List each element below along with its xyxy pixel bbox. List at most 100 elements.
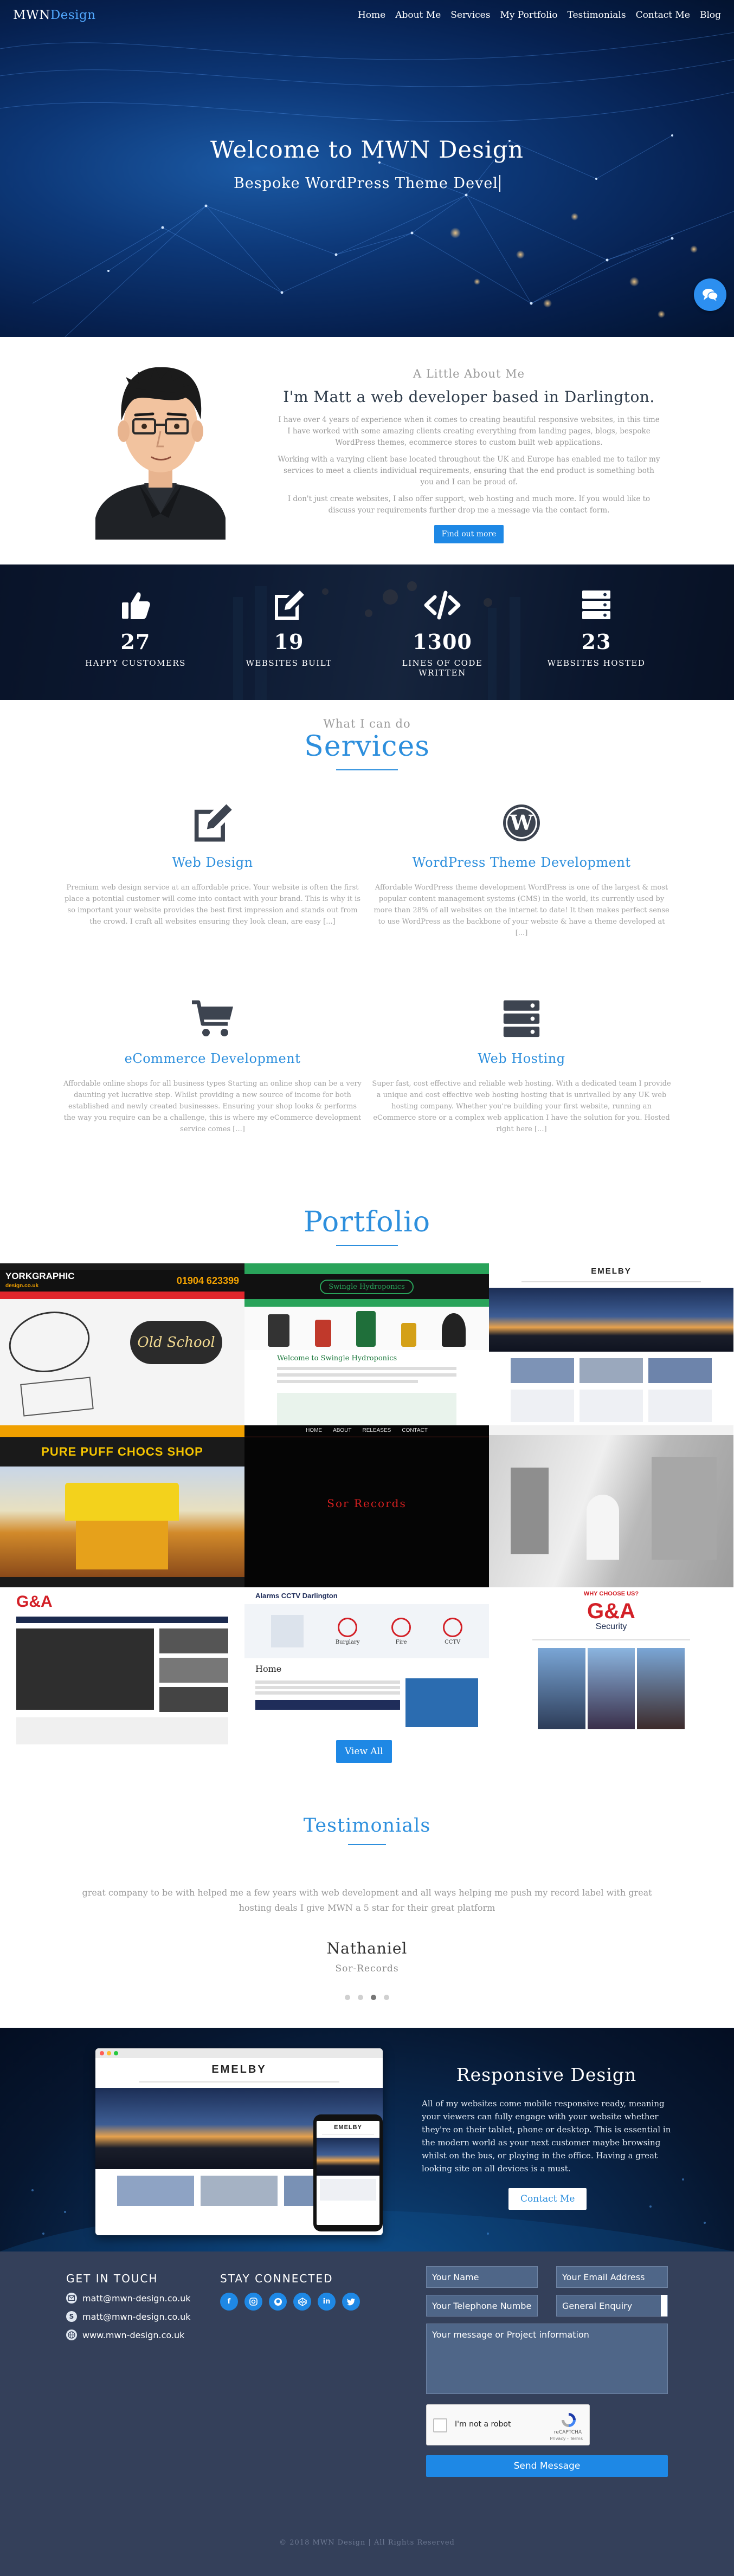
carousel-dot[interactable] <box>358 1995 363 2000</box>
stat-label: HAPPY CUSTOMERS <box>85 658 186 668</box>
stat-happy-customers: 27 HAPPY CUSTOMERS <box>76 589 195 668</box>
telephone-field[interactable]: Your Telephone Numbe <box>426 2295 538 2317</box>
nav-home[interactable]: Home <box>358 10 385 21</box>
message-textarea[interactable]: Your message or Project information <box>426 2324 668 2394</box>
edit-icon <box>194 804 232 842</box>
stat-label: WEBSITES BUILT <box>246 658 332 668</box>
shopping-cart-icon <box>192 1000 233 1036</box>
service-title[interactable]: eCommerce Development <box>58 1051 367 1066</box>
tile-badge: Fire <box>395 1639 407 1645</box>
recaptcha-widget: I'm not a robot reCAPTCHA Privacy - Term… <box>426 2404 590 2445</box>
tile-logo: G&A <box>16 1593 53 1611</box>
services-title: Services <box>304 730 430 763</box>
linkedin-icon[interactable]: in <box>318 2293 336 2311</box>
contact-me-button[interactable]: Contact Me <box>508 2188 587 2210</box>
copyright: © 2018 MWN Design | All Rights Reserved <box>279 2539 455 2547</box>
portfolio-item-ga-security-why[interactable]: WHY CHOOSE US? G&A Security <box>489 1587 733 1749</box>
service-web-hosting: Web Hosting Super fast, cost effective a… <box>367 999 676 1135</box>
contact-text: matt@mwn-design.co.uk <box>82 2293 191 2304</box>
service-title[interactable]: WordPress Theme Development <box>367 855 676 870</box>
portfolio-item-swingle-hydroponics[interactable]: Swingle Hydroponics Welcome to Swingle H… <box>244 1263 489 1425</box>
portfolio-item-pure-puff-chocs[interactable]: PURE PUFF CHOCS SHOP <box>0 1425 244 1587</box>
nav-blog[interactable]: Blog <box>700 10 721 21</box>
github-icon[interactable] <box>269 2293 287 2311</box>
enquiry-select[interactable]: General Enquiry <box>556 2295 668 2317</box>
facebook-icon[interactable]: f <box>220 2293 238 2311</box>
service-title[interactable]: Web Hosting <box>367 1051 676 1066</box>
title-underline <box>336 769 398 770</box>
portfolio-item-emelby[interactable]: EMELBY <box>489 1263 733 1425</box>
portfolio-item-alarms-cctv[interactable]: Alarms CCTV Darlington Burglary Fire CCT… <box>244 1587 489 1749</box>
contact-skype[interactable]: S matt@mwn-design.co.uk <box>66 2311 190 2322</box>
tile-caption: Old School <box>130 1321 222 1364</box>
recaptcha-checkbox[interactable] <box>433 2418 447 2432</box>
contact-website[interactable]: www.mwn-design.co.uk <box>66 2330 190 2340</box>
nav-menu: Home About Me Services My Portfolio Test… <box>358 10 721 21</box>
nav-services[interactable]: Services <box>450 10 490 21</box>
stat-label: LINES OF CODE WRITTEN <box>402 658 483 678</box>
stats-section: 27 HAPPY CUSTOMERS 19 WEBSITES BUILT 130… <box>0 564 734 700</box>
nav-testimonials[interactable]: Testimonials <box>567 10 626 21</box>
tile-kicker: WHY CHOOSE US? <box>583 1591 639 1597</box>
contact-text: www.mwn-design.co.uk <box>82 2330 185 2340</box>
nav-contact-me[interactable]: Contact Me <box>636 10 690 21</box>
codepen-icon[interactable] <box>293 2293 311 2311</box>
about-paragraph: I don't just create websites, I also off… <box>287 495 651 515</box>
testimonials-title: Testimonials <box>303 1815 431 1837</box>
testimonial-author: Nathaniel <box>326 1939 408 1957</box>
chat-button[interactable] <box>694 278 726 311</box>
service-title[interactable]: Web Design <box>58 855 367 870</box>
responsive-text: Responsive Design All of my websites com… <box>422 2064 671 2210</box>
about-paragraph: Working with a varying client base locat… <box>278 455 660 486</box>
view-all-button[interactable]: View All <box>336 1740 392 1763</box>
recaptcha-links[interactable]: Privacy - Terms <box>550 2436 583 2441</box>
portfolio-item-sor-records[interactable]: HOME ABOUT RELEASES CONTACT Sor Records <box>244 1425 489 1587</box>
nav-my-portfolio[interactable]: My Portfolio <box>500 10 557 21</box>
carousel-dot[interactable] <box>345 1995 350 2000</box>
skype-icon: S <box>66 2311 77 2322</box>
portfolio-item-emelby-interiors[interactable] <box>489 1425 733 1587</box>
service-wordpress: W WordPress Theme Development Affordable… <box>367 803 676 939</box>
stat-websites-built: 19 WEBSITES BUILT <box>229 589 349 668</box>
title-underline <box>348 1844 386 1845</box>
tile-logo: PURE PUFF CHOCS SHOP <box>41 1445 203 1458</box>
edit-icon <box>275 591 304 620</box>
portfolio-grid: YORKGRAPHIC design.co.uk 01904 623399 Old… <box>0 1263 734 1750</box>
tile-caption: Welcome to Swingle Hydroponics <box>277 1354 397 1362</box>
find-out-more-button[interactable]: Find out more <box>434 525 504 543</box>
instagram-icon[interactable] <box>244 2293 262 2311</box>
envelope-icon <box>66 2293 77 2304</box>
globe-icon <box>66 2330 77 2340</box>
responsive-section: EMELBY EMELBY Responsive Design All of m… <box>0 2028 734 2251</box>
send-message-button[interactable]: Send Message <box>426 2455 668 2477</box>
stat-websites-hosted: 23 WEBSITES HOSTED <box>537 589 656 668</box>
thumbs-up-icon <box>122 592 150 619</box>
portfolio-item-ga-security[interactable]: G&A <box>0 1587 244 1749</box>
avatar <box>95 367 226 540</box>
about-heading: I'm Matt a web developer based in Darlin… <box>283 388 655 406</box>
tile-phone: 01904 623399 <box>176 1275 239 1286</box>
portfolio-section: Portfolio YORKGRAPHIC design.co.uk 01904 … <box>0 1202 734 1765</box>
carousel-dot-active[interactable] <box>371 1995 376 2000</box>
stay-connected-block: STAY CONNECTED f in <box>220 2272 360 2311</box>
svg-text:W: W <box>510 810 534 835</box>
service-description: Super fast, cost effective and reliable … <box>372 1080 671 1133</box>
twitter-icon[interactable] <box>342 2293 360 2311</box>
carousel-dot[interactable] <box>384 1995 389 2000</box>
name-field[interactable]: Your Name <box>426 2266 538 2288</box>
tile-logo: G&A <box>587 1599 635 1623</box>
phone-mockup: EMELBY <box>313 2114 383 2231</box>
email-field[interactable]: Your Email Address <box>556 2266 668 2288</box>
nav-about-me[interactable]: About Me <box>395 10 441 21</box>
network-background <box>0 32 734 337</box>
tile-logo: EMELBY <box>591 1267 632 1276</box>
site-logo[interactable]: MWNDesign <box>13 8 96 22</box>
server-icon <box>582 591 610 619</box>
services-kicker: What I can do <box>323 717 411 730</box>
tile-logo: Alarms CCTV Darlington <box>255 1592 338 1600</box>
tile-logo: Swingle Hydroponics <box>320 1279 414 1294</box>
tile-menu-item: ABOUT <box>333 1427 352 1433</box>
portfolio-item-york-graphic[interactable]: YORKGRAPHIC design.co.uk 01904 623399 Old… <box>0 1263 244 1425</box>
logo-main-text: MWN <box>13 8 50 22</box>
contact-email[interactable]: matt@mwn-design.co.uk <box>66 2293 190 2304</box>
